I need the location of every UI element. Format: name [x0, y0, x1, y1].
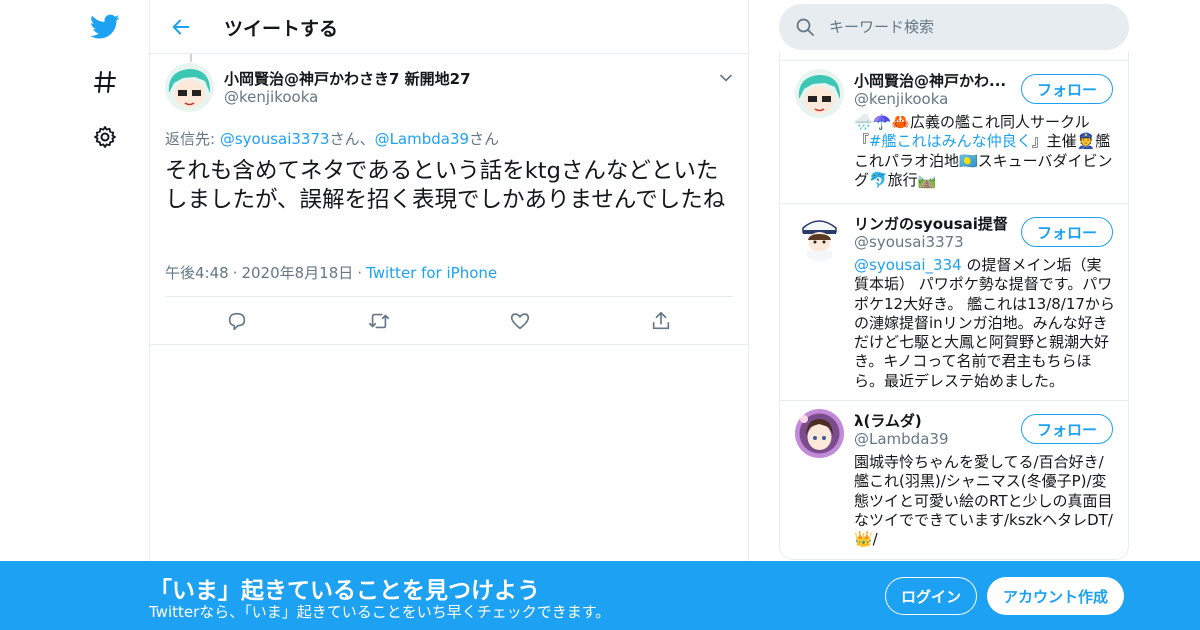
reply-prefix: 返信先: [165, 130, 220, 148]
follow-button[interactable]: フォロー [1021, 74, 1113, 104]
reply-suffix: さん [469, 130, 500, 148]
gear-icon[interactable] [88, 120, 122, 154]
user-card[interactable]: リンガのsyousai提督 @syousai3373 フォロー @syousai… [780, 204, 1128, 401]
user-bio: 🌧️☂️🦀広義の艦これ同人サークル『#艦これはみんな仲良く』主催👮艦これパラオ泊… [854, 113, 1116, 190]
user-card[interactable]: λ(ラムダ) @Lambda39 フォロー 園城寺怜ちゃんを愛してる/百合好き/… [780, 401, 1128, 559]
avatar[interactable] [795, 212, 844, 261]
avatar[interactable] [795, 69, 844, 118]
user-bio: 園城寺怜ちゃんを愛してる/百合好き/艦これ(羽黒)/シャニマス(冬優子P)/変態… [854, 453, 1113, 549]
back-arrow-icon[interactable] [166, 12, 196, 42]
meta-separator: · [232, 264, 238, 282]
main-column: ツイートする 小岡賢治@神戸かわさき7 新開地27 @kenjikooka 返信… [149, 0, 749, 630]
reply-context: 返信先: @syousai3373さん、@Lambda39さん [165, 128, 499, 149]
author-handle[interactable]: @kenjikooka [224, 88, 318, 106]
mention-link[interactable]: @syousai_334 [854, 256, 962, 274]
follow-button[interactable]: フォロー [1021, 217, 1113, 247]
user-card[interactable]: 小岡賢治@神戸かわ... @kenjikooka フォロー 🌧️☂️🦀広義の艦こ… [780, 60, 1128, 204]
user-handle[interactable]: @kenjikooka [854, 90, 948, 108]
mention-link[interactable]: @syousai3373 [220, 130, 330, 148]
retweet-icon[interactable] [366, 308, 392, 334]
user-handle[interactable]: @syousai3373 [854, 233, 964, 251]
page-header: ツイートする [150, 0, 748, 54]
login-button[interactable]: ログイン [885, 577, 977, 615]
page-title: ツイートする [224, 18, 339, 40]
signup-banner: 「いま」起きていることを見つけよう Twitterなら、「いま」起きていることを… [0, 561, 1200, 630]
tweet-date[interactable]: 2020年8月18日 [241, 264, 353, 282]
meta-separator: · [357, 264, 363, 282]
follow-button[interactable]: フォロー [1021, 414, 1113, 444]
reply-separator: さん、 [329, 130, 375, 148]
share-icon[interactable] [648, 308, 674, 334]
tweet-actions [150, 297, 748, 345]
tweet-text: それも含めてネタであるという話をktgさんなどといたしましたが、誤解を招く表現で… [165, 158, 726, 213]
author-name[interactable]: 小岡賢治@神戸かわさき7 新開地27 [224, 68, 471, 89]
chevron-down-icon[interactable] [716, 68, 736, 88]
avatar[interactable] [165, 63, 214, 112]
bio-text: の提督メイン垢（実質本垢） パワポケ勢な提督です。パワポケ12大好き。 艦これは… [854, 256, 1115, 390]
tweet-metadata: 午後4:48 · 2020年8月18日 · Twitter for iPhone [165, 262, 497, 283]
user-bio: @syousai_334 の提督メイン垢（実質本垢） パワポケ勢な提督です。パワ… [854, 256, 1116, 391]
user-name[interactable]: λ(ラムダ) [854, 410, 922, 431]
related-users-panel: 小岡賢治@神戸かわ... @kenjikooka フォロー 🌧️☂️🦀広義の艦こ… [779, 52, 1129, 560]
banner-subtitle: Twitterなら、「いま」起きていることをいち早くチェックできます。 [149, 603, 611, 621]
user-handle[interactable]: @Lambda39 [854, 430, 948, 448]
reply-icon[interactable] [224, 308, 250, 334]
thread-line [190, 54, 192, 62]
like-icon[interactable] [507, 308, 533, 334]
banner-title: 「いま」起きていることを見つけよう [149, 578, 540, 604]
signup-button[interactable]: アカウント作成 [987, 577, 1124, 615]
twitter-bird-icon[interactable] [88, 10, 122, 44]
avatar[interactable] [795, 409, 844, 458]
mention-link[interactable]: @Lambda39 [375, 130, 469, 148]
tweet-source[interactable]: Twitter for iPhone [366, 264, 497, 282]
hashtag-icon[interactable] [88, 65, 122, 99]
user-name[interactable]: リンガのsyousai提督 [854, 213, 1008, 234]
search-input[interactable] [829, 4, 1109, 50]
tweet-time[interactable]: 午後4:48 [165, 264, 229, 282]
search-icon [795, 17, 815, 37]
search-bar [779, 4, 1129, 50]
hashtag-link[interactable]: #艦これはみんな仲良く [869, 132, 1032, 150]
user-name[interactable]: 小岡賢治@神戸かわ... [854, 70, 1006, 91]
